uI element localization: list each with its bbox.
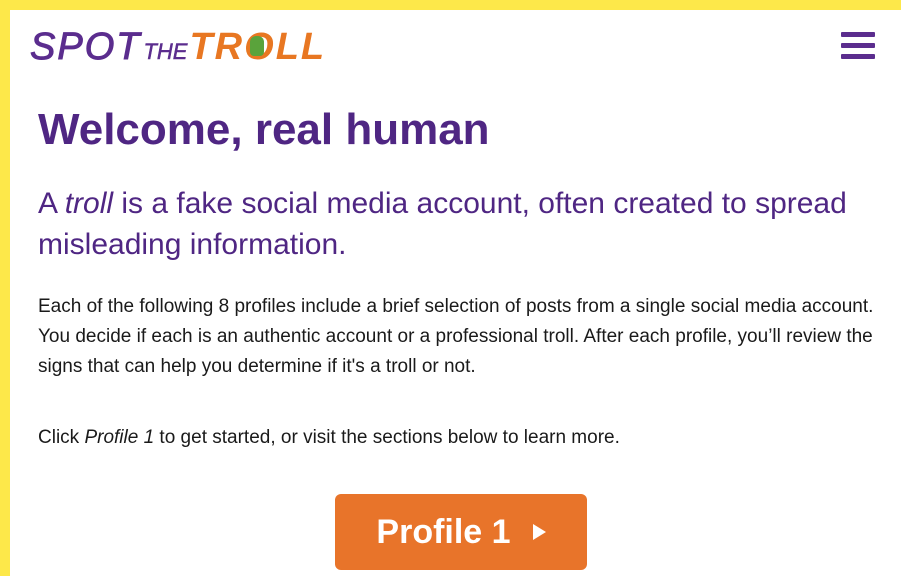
logo-the: THE [143, 39, 188, 64]
logo-troll-tr: TR [189, 26, 245, 68]
site-logo[interactable]: SPOTTHETROLL [29, 26, 326, 68]
cta-emphasis: Profile 1 [84, 427, 155, 448]
page-subtitle: A troll is a fake social media account, … [38, 187, 847, 261]
logo-troll-ll: LL [275, 26, 327, 68]
profile-1-button-label: Profile 1 [376, 512, 511, 551]
profile-1-button[interactable]: Profile 1 [335, 494, 587, 570]
page-frame: SPOTTHETROLL Welcome, real human A troll… [10, 10, 901, 576]
page-title: Welcome, real human [38, 105, 490, 154]
logo-troll: TROLL [189, 26, 326, 68]
logo-spot: SPOT [29, 26, 142, 68]
subtitle-emphasis: troll [64, 187, 114, 220]
cta-paragraph: Click Profile 1 to get started, or visit… [38, 427, 620, 448]
play-arrow-icon [532, 524, 546, 540]
intro-paragraph: Each of the following 8 profiles include… [38, 296, 874, 377]
hamburger-menu-icon[interactable] [841, 32, 875, 60]
troll-face-icon: O [244, 28, 276, 66]
